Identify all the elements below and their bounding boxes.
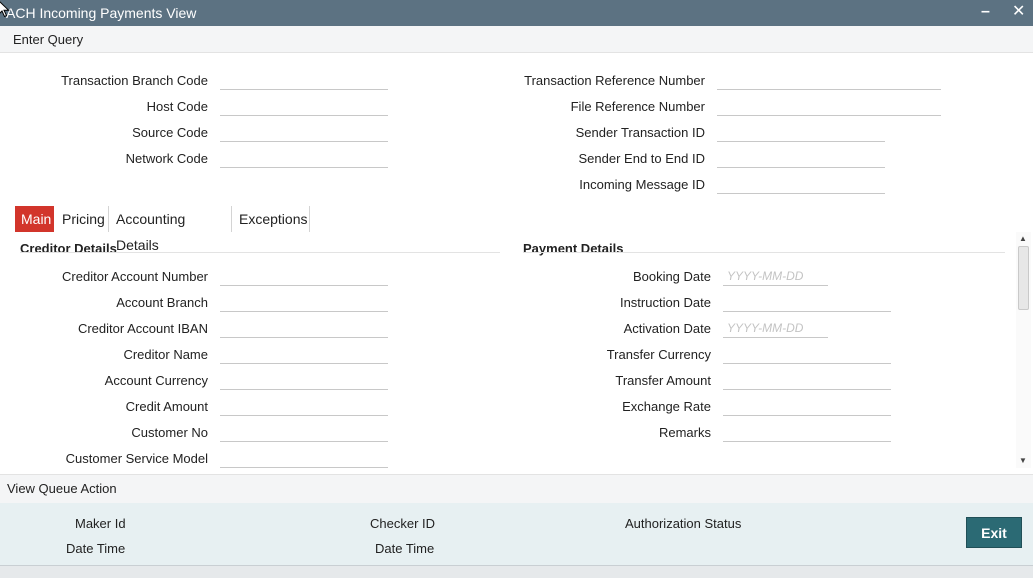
enter-query-button[interactable]: Enter Query: [13, 32, 83, 47]
booking-date-label: Booking Date: [632, 269, 711, 284]
title-bar: ACH Incoming Payments View – ✕: [0, 0, 1033, 26]
activation-date-label: Activation Date: [623, 321, 711, 336]
tab-pricing[interactable]: Pricing: [56, 206, 109, 232]
booking-date-input[interactable]: [723, 266, 828, 286]
mouse-cursor-icon: [0, 1, 10, 18]
remarks-input[interactable]: [723, 422, 891, 442]
file-reference-number-label: File Reference Number: [570, 99, 705, 114]
incoming-message-id-label: Incoming Message ID: [579, 177, 705, 192]
customer-no-label: Customer No: [131, 425, 208, 440]
customer-service-model-input[interactable]: [220, 448, 388, 468]
exit-button[interactable]: Exit: [966, 517, 1022, 548]
sender-end-to-end-id-label: Sender End to End ID: [578, 151, 705, 166]
customer-no-input[interactable]: [220, 422, 388, 442]
sender-transaction-id-input[interactable]: [717, 122, 885, 142]
bottom-strip: [0, 565, 1033, 578]
account-currency-label: Account Currency: [104, 373, 208, 388]
incoming-message-id-input[interactable]: [717, 174, 885, 194]
exchange-rate-input[interactable]: [723, 396, 891, 416]
transfer-amount-label: Transfer Amount: [615, 373, 711, 388]
transaction-reference-number-label: Transaction Reference Number: [524, 73, 705, 88]
account-branch-input[interactable]: [220, 292, 388, 312]
account-currency-input[interactable]: [220, 370, 388, 390]
tab-accounting-details[interactable]: Accounting Details: [110, 206, 232, 253]
account-branch-label: Account Branch: [116, 295, 208, 310]
creditor-account-iban-label: Creditor Account IBAN: [77, 321, 208, 336]
instruction-date-label: Instruction Date: [619, 295, 711, 310]
file-reference-number-input[interactable]: [717, 96, 941, 116]
scrollbar-thumb[interactable]: [1018, 246, 1029, 310]
tab-main[interactable]: Main: [15, 206, 54, 232]
activation-date-input[interactable]: [723, 318, 828, 338]
transfer-amount-input[interactable]: [723, 370, 891, 390]
payment-details-divider: [523, 252, 1005, 253]
remarks-label: Remarks: [658, 425, 711, 440]
credit-amount-input[interactable]: [220, 396, 388, 416]
creditor-name-input[interactable]: [220, 344, 388, 364]
authorization-status-label: Authorization Status: [625, 516, 742, 531]
source-code-label: Source Code: [132, 125, 208, 140]
checker-id-label: Checker ID: [370, 516, 436, 531]
transaction-branch-code-label: Transaction Branch Code: [61, 73, 208, 88]
network-code-input[interactable]: [220, 148, 388, 168]
close-icon[interactable]: ✕: [1012, 2, 1025, 22]
creditor-account-iban-input[interactable]: [220, 318, 388, 338]
transfer-currency-label: Transfer Currency: [606, 347, 711, 362]
creditor-account-number-label: Creditor Account Number: [62, 269, 208, 284]
credit-amount-label: Credit Amount: [125, 399, 208, 414]
transaction-reference-number-input[interactable]: [717, 70, 941, 90]
maker-datetime-label: Date Time: [66, 541, 126, 556]
minimize-icon[interactable]: –: [981, 2, 990, 22]
payment-details-heading: Payment Details: [523, 241, 624, 256]
tab-exceptions[interactable]: Exceptions: [233, 206, 310, 232]
scroll-down-icon[interactable]: ▼: [1019, 456, 1027, 465]
sender-end-to-end-id-input[interactable]: [717, 148, 885, 168]
scroll-up-icon[interactable]: ▲: [1019, 234, 1027, 243]
host-code-input[interactable]: [220, 96, 388, 116]
menu-bar: Enter Query: [0, 26, 1033, 53]
creditor-details-heading: Creditor Details: [20, 241, 117, 256]
creditor-name-label: Creditor Name: [123, 347, 208, 362]
vertical-scrollbar[interactable]: ▲ ▼: [1016, 232, 1031, 468]
exchange-rate-label: Exchange Rate: [622, 399, 711, 414]
audit-panel: Maker Id Date Time Checker ID Date Time …: [0, 503, 1033, 565]
customer-service-model-label: Customer Service Model: [65, 451, 208, 466]
checker-datetime-label: Date Time: [375, 541, 435, 556]
queue-action-bar: View Queue Action: [0, 474, 1033, 504]
transaction-branch-code-input[interactable]: [220, 70, 388, 90]
source-code-input[interactable]: [220, 122, 388, 142]
transfer-currency-input[interactable]: [723, 344, 891, 364]
network-code-label: Network Code: [125, 151, 208, 166]
view-queue-action-button[interactable]: View Queue Action: [7, 481, 117, 496]
creditor-details-divider: [20, 252, 500, 253]
maker-id-label: Maker Id: [75, 516, 126, 531]
instruction-date-input[interactable]: [723, 292, 891, 312]
host-code-label: Host Code: [146, 99, 208, 114]
sender-transaction-id-label: Sender Transaction ID: [575, 125, 705, 140]
window-title: ACH Incoming Payments View: [6, 5, 197, 21]
creditor-account-number-input[interactable]: [220, 266, 388, 286]
